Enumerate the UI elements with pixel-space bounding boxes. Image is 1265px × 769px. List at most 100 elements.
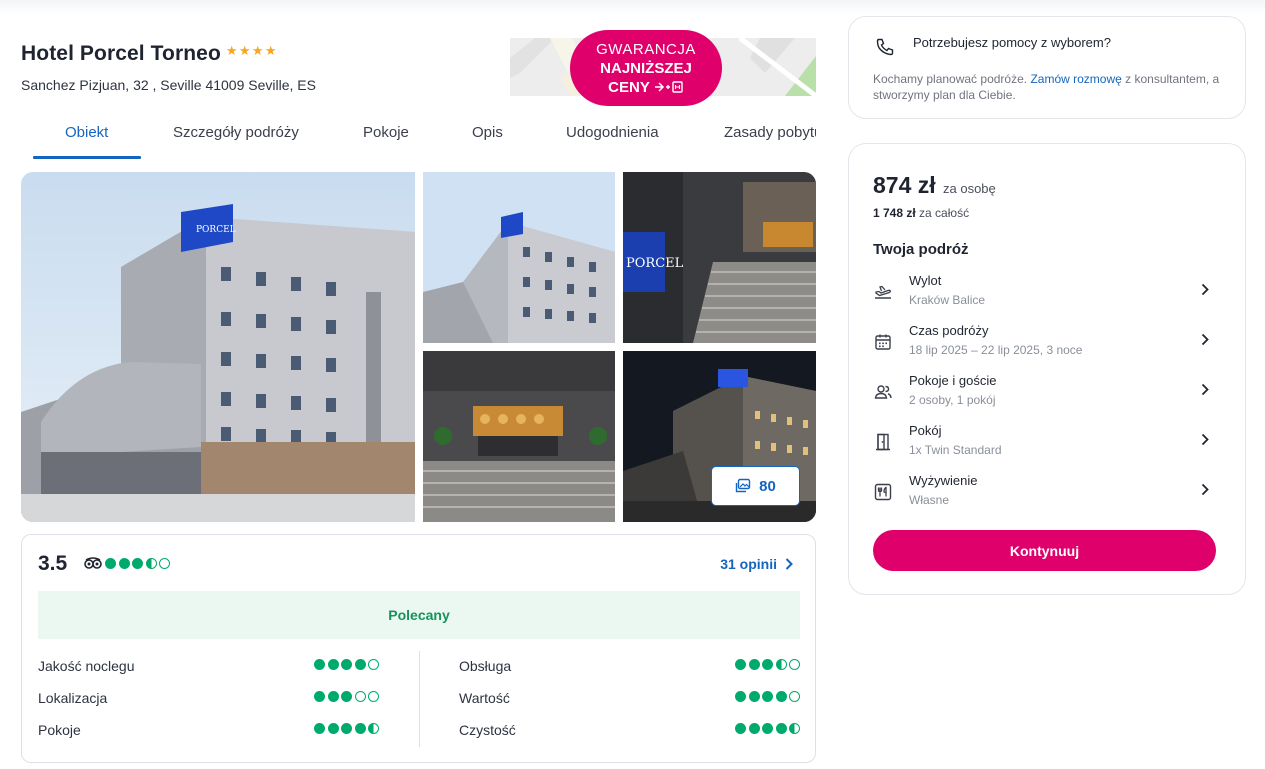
star-icon: ★ bbox=[225, 43, 238, 58]
main-hotel-photo[interactable]: PORCEL bbox=[21, 172, 415, 522]
rating-dot bbox=[368, 723, 379, 734]
hotel-address: Sanchez Pizjuan, 32 , Seville 41009 Sevi… bbox=[21, 77, 316, 93]
guests-icon bbox=[874, 385, 892, 399]
rating-dot bbox=[735, 723, 746, 734]
continue-button[interactable]: Kontynuuj bbox=[873, 530, 1216, 571]
criterion-label: Czystość bbox=[459, 722, 516, 738]
criterion-label: Obsługa bbox=[459, 658, 512, 674]
plane-departure-icon bbox=[875, 285, 891, 299]
criterion-rating bbox=[735, 723, 800, 734]
help-card: Potrzebujesz pomocy z wyborem? Kochamy p… bbox=[848, 16, 1246, 119]
trip-row-label: Pokoje i goście bbox=[909, 373, 997, 388]
total-price: 1 748 zł za całość bbox=[873, 206, 969, 220]
criterion-label: Wartość bbox=[459, 690, 510, 706]
trip-row-label: Wylot bbox=[909, 273, 942, 288]
criterion-label: Jakość noclegu bbox=[38, 658, 135, 674]
rating-dot bbox=[775, 723, 787, 734]
hotel-facade-photo[interactable] bbox=[423, 172, 615, 343]
rating-dot bbox=[368, 691, 379, 702]
rating-dot bbox=[159, 557, 170, 569]
criterion-rating bbox=[314, 691, 379, 702]
hotel-tabs: Obiekt Szczegóły podróży Pokoje Opis Udo… bbox=[21, 110, 816, 160]
chevron-right-icon bbox=[785, 558, 793, 570]
criterion-label: Pokoje bbox=[38, 722, 81, 738]
trip-row-dates[interactable]: Czas podróży 18 lip 2025 – 22 lip 2025, … bbox=[873, 323, 1223, 367]
tab-zasady-pobytu[interactable]: Zasady pobytu bbox=[724, 124, 816, 141]
rating-dot bbox=[762, 723, 773, 734]
rating-dot bbox=[368, 659, 379, 670]
rating-dot bbox=[775, 659, 787, 670]
help-text: Kochamy planować podróże. Zamów rozmowę … bbox=[873, 71, 1233, 103]
trip-row-meals[interactable]: Wyżywienie Własne bbox=[873, 473, 1223, 517]
rating-dot bbox=[341, 659, 352, 670]
tab-obiekt[interactable]: Obiekt bbox=[65, 124, 108, 141]
request-call-link[interactable]: Zamów rozmowę bbox=[1030, 72, 1121, 86]
trip-row-value: 1x Twin Standard bbox=[909, 443, 1002, 457]
opinions-link[interactable]: 31 opinii bbox=[720, 556, 793, 572]
rating-dot bbox=[735, 659, 746, 670]
trip-row-label: Czas podróży bbox=[909, 323, 989, 338]
tab-udogodnienia[interactable]: Udogodnienia bbox=[566, 124, 659, 141]
hotel-lobby-photo[interactable] bbox=[423, 351, 615, 522]
rating-dot bbox=[314, 659, 325, 670]
photo-gallery: PORCEL PORCEL 80 bbox=[21, 172, 816, 522]
tab-pokoje[interactable]: Pokoje bbox=[363, 124, 409, 141]
rating-dot bbox=[748, 659, 760, 670]
help-text-start: Kochamy planować podróże. bbox=[873, 72, 1031, 86]
review-score: 3.5 bbox=[38, 552, 68, 575]
rating-dot bbox=[327, 691, 339, 702]
rating-dot bbox=[762, 659, 773, 670]
reviews-panel: 3.5 31 opinii Polecany Jakość noclegu Lo… bbox=[21, 534, 816, 763]
badge-line-3: CENY bbox=[570, 78, 722, 97]
help-title: Potrzebujesz pomocy z wyborem? bbox=[913, 35, 1111, 50]
badge-line-1: GWARANCJA bbox=[596, 40, 696, 58]
rating-dot bbox=[354, 659, 366, 670]
trip-row-guests[interactable]: Pokoje i goście 2 osoby, 1 pokój bbox=[873, 373, 1223, 417]
photo-count: 80 bbox=[759, 477, 776, 495]
hotel-title: Hotel Porcel Torneo ★ ★ ★ ★ bbox=[21, 42, 277, 66]
rating-dot bbox=[775, 691, 787, 702]
rating-dot bbox=[327, 659, 339, 670]
rating-dot bbox=[314, 691, 325, 702]
criterion-rating bbox=[735, 691, 800, 702]
price-per-person-label: za osobę bbox=[943, 181, 996, 196]
trip-row-value: Własne bbox=[909, 493, 950, 507]
rating-dot bbox=[327, 723, 339, 734]
total-amount: 1 748 zł bbox=[873, 206, 916, 220]
lowest-price-guarantee-badge[interactable]: GWARANCJA NAJNIŻSZEJ CENY bbox=[570, 30, 722, 106]
trip-row-value: 18 lip 2025 – 22 lip 2025, 3 noce bbox=[909, 343, 1083, 357]
rating-dot bbox=[341, 723, 352, 734]
hotel-name: Hotel Porcel Torneo bbox=[21, 42, 221, 65]
rating-dot bbox=[118, 557, 130, 569]
photo-count-button[interactable]: 80 bbox=[711, 466, 800, 506]
opinions-label: 31 opinii bbox=[720, 556, 777, 572]
badge-line-3-text: CENY bbox=[608, 78, 650, 96]
star-icon: ★ bbox=[251, 43, 264, 58]
chevron-right-icon bbox=[1201, 283, 1209, 296]
chevron-right-icon bbox=[1201, 383, 1209, 396]
rating-dot bbox=[762, 691, 773, 702]
rating-dot bbox=[735, 691, 746, 702]
rating-dot bbox=[354, 723, 366, 734]
tab-opis[interactable]: Opis bbox=[472, 124, 503, 141]
criterion-rating bbox=[314, 723, 379, 734]
hotel-main-column: Hotel Porcel Torneo ★ ★ ★ ★ Sanchez Pizj… bbox=[21, 0, 816, 769]
trip-row-value: Kraków Balice bbox=[909, 293, 986, 307]
hotel-entrance-photo[interactable]: PORCEL bbox=[623, 172, 816, 343]
plane-plus-hotel-icon bbox=[654, 81, 683, 93]
cutlery-icon bbox=[874, 483, 892, 501]
rating-dot bbox=[789, 691, 800, 702]
phone-icon bbox=[876, 38, 894, 56]
recommendation-banner: Polecany bbox=[38, 591, 800, 639]
trip-row-room[interactable]: Pokój 1x Twin Standard bbox=[873, 423, 1223, 467]
svg-text:PORCEL: PORCEL bbox=[626, 256, 684, 271]
criterion-label: Lokalizacja bbox=[38, 690, 108, 706]
price-per-person: 874 zł bbox=[873, 172, 936, 198]
trip-row-departure[interactable]: Wylot Kraków Balice bbox=[873, 273, 1223, 317]
tripadvisor-rating bbox=[84, 557, 170, 569]
tab-szczegoly-podrozy[interactable]: Szczegóły podróży bbox=[173, 124, 299, 141]
tripadvisor-dots bbox=[105, 557, 170, 569]
star-icon: ★ bbox=[238, 43, 251, 58]
calendar-icon bbox=[875, 334, 891, 350]
trip-heading: Twoja podróż bbox=[873, 241, 969, 258]
